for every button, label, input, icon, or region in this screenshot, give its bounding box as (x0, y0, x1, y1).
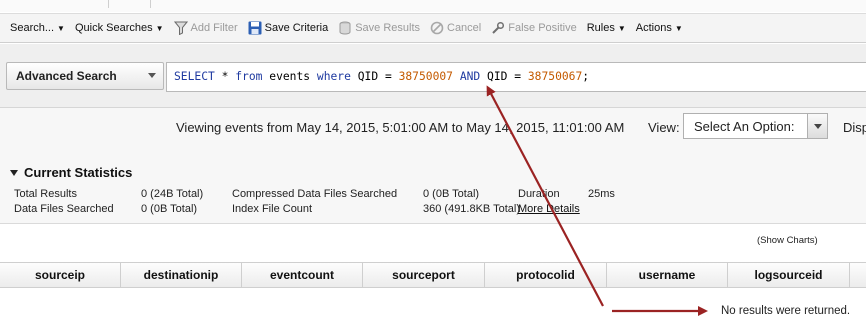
query-number: 38750067 (527, 70, 583, 83)
caret-down-icon: ▼ (155, 23, 164, 33)
add-filter-label: Add Filter (190, 22, 238, 34)
actions-label: Actions (635, 22, 672, 34)
column-header-eventcount[interactable]: eventcount (242, 263, 363, 287)
search-mode-select[interactable]: Advanced Search (6, 62, 164, 90)
index-file-count-value: 360 (491.8KB Total) (423, 203, 521, 215)
cancel-label: Cancel (447, 22, 482, 34)
false-positive-label: False Positive (508, 22, 577, 34)
show-charts-link[interactable]: (Show Charts) (757, 235, 818, 246)
viewing-range-text: Viewing events from May 14, 2015, 5:01:0… (176, 120, 625, 135)
caret-down-icon: ▼ (617, 23, 626, 33)
query-keyword: AND (459, 70, 481, 83)
top-bar-remnant (0, 0, 866, 12)
compressed-files-label: Compressed Data Files Searched (232, 188, 398, 200)
statistics-toggle[interactable]: Current Statistics (10, 165, 132, 180)
total-results-label: Total Results (14, 188, 77, 200)
cancel-button[interactable]: Cancel (426, 17, 485, 39)
cancel-icon (430, 21, 444, 35)
quick-searches-menu[interactable]: Quick Searches ▼ (71, 17, 168, 39)
rules-menu[interactable]: Rules ▼ (583, 17, 630, 39)
caret-down-icon: ▼ (674, 23, 683, 33)
display-label: Disp (843, 120, 866, 135)
column-header-destinationip[interactable]: destinationip (121, 263, 242, 287)
column-header-protocolid[interactable]: protocolid (485, 263, 607, 287)
aql-query-input[interactable]: SELECT * from events where QID = 3875000… (166, 62, 866, 92)
query-token: = (384, 70, 392, 83)
caret-down-icon: ▼ (57, 23, 65, 33)
chevron-down-icon (807, 114, 827, 138)
data-files-value: 0 (0B Total) (141, 203, 198, 215)
query-keyword: from (235, 70, 263, 83)
current-statistics-panel: Current Statistics Total Results 0 (24B … (0, 148, 866, 224)
view-select-value: Select An Option: (694, 119, 795, 134)
query-number: 38750007 (398, 70, 453, 83)
funnel-icon (173, 21, 188, 35)
search-mode-label: Advanced Search (16, 69, 117, 83)
duration-value: 25ms (588, 188, 615, 200)
index-file-count-label: Index File Count (232, 203, 313, 215)
query-keyword: where (316, 70, 351, 83)
collapse-triangle-icon (10, 169, 18, 176)
total-results-value: 0 (24B Total) (141, 188, 204, 200)
column-header-sourceip[interactable]: sourceip (0, 263, 121, 287)
floppy-disk-icon (248, 21, 262, 35)
view-select[interactable]: Select An Option: (683, 113, 828, 139)
query-token: QID (357, 70, 379, 83)
toolbar: Search... ▼ Quick Searches ▼ Add Filter … (0, 13, 866, 43)
search-menu-label: Search... (10, 22, 55, 34)
search-menu[interactable]: Search... ▼ (6, 17, 69, 39)
compressed-files-value: 0 (0B Total) (423, 188, 480, 200)
rules-label: Rules (586, 22, 615, 34)
results-table-header: sourceip destinationip eventcount source… (0, 262, 866, 288)
view-label: View: (648, 120, 680, 135)
column-header-username[interactable]: username (607, 263, 728, 287)
add-filter-button[interactable]: Add Filter (170, 17, 242, 39)
database-icon (338, 21, 352, 35)
charts-bar: (Show Charts) (0, 224, 866, 262)
search-bar: Advanced Search SELECT * from events whe… (0, 44, 866, 108)
duration-label: Duration (518, 188, 560, 200)
query-token: * (221, 70, 229, 83)
actions-menu[interactable]: Actions ▼ (632, 17, 687, 39)
statistics-title: Current Statistics (24, 165, 133, 180)
query-token: ; (582, 70, 590, 83)
query-token: = (514, 70, 522, 83)
save-criteria-label: Save Criteria (264, 22, 329, 34)
empty-results-message: No results were returned. (721, 305, 851, 317)
data-files-label: Data Files Searched (14, 203, 114, 215)
false-positive-button[interactable]: False Positive (487, 17, 580, 39)
query-token: QID (487, 70, 508, 83)
query-keyword: SELECT (174, 70, 215, 83)
wrench-icon (491, 21, 505, 35)
query-token: events (269, 70, 311, 83)
quick-searches-label: Quick Searches (74, 22, 153, 34)
viewing-bar: Viewing events from May 14, 2015, 5:01:0… (0, 108, 866, 148)
save-results-button[interactable]: Save Results (334, 17, 424, 39)
column-header-sourceport[interactable]: sourceport (363, 263, 485, 287)
chevron-down-icon (148, 73, 156, 78)
column-header-logsourceid[interactable]: logsourceid (728, 263, 850, 287)
save-criteria-button[interactable]: Save Criteria (244, 17, 333, 39)
save-results-label: Save Results (355, 22, 420, 34)
more-details-link[interactable]: More Details (518, 203, 580, 215)
